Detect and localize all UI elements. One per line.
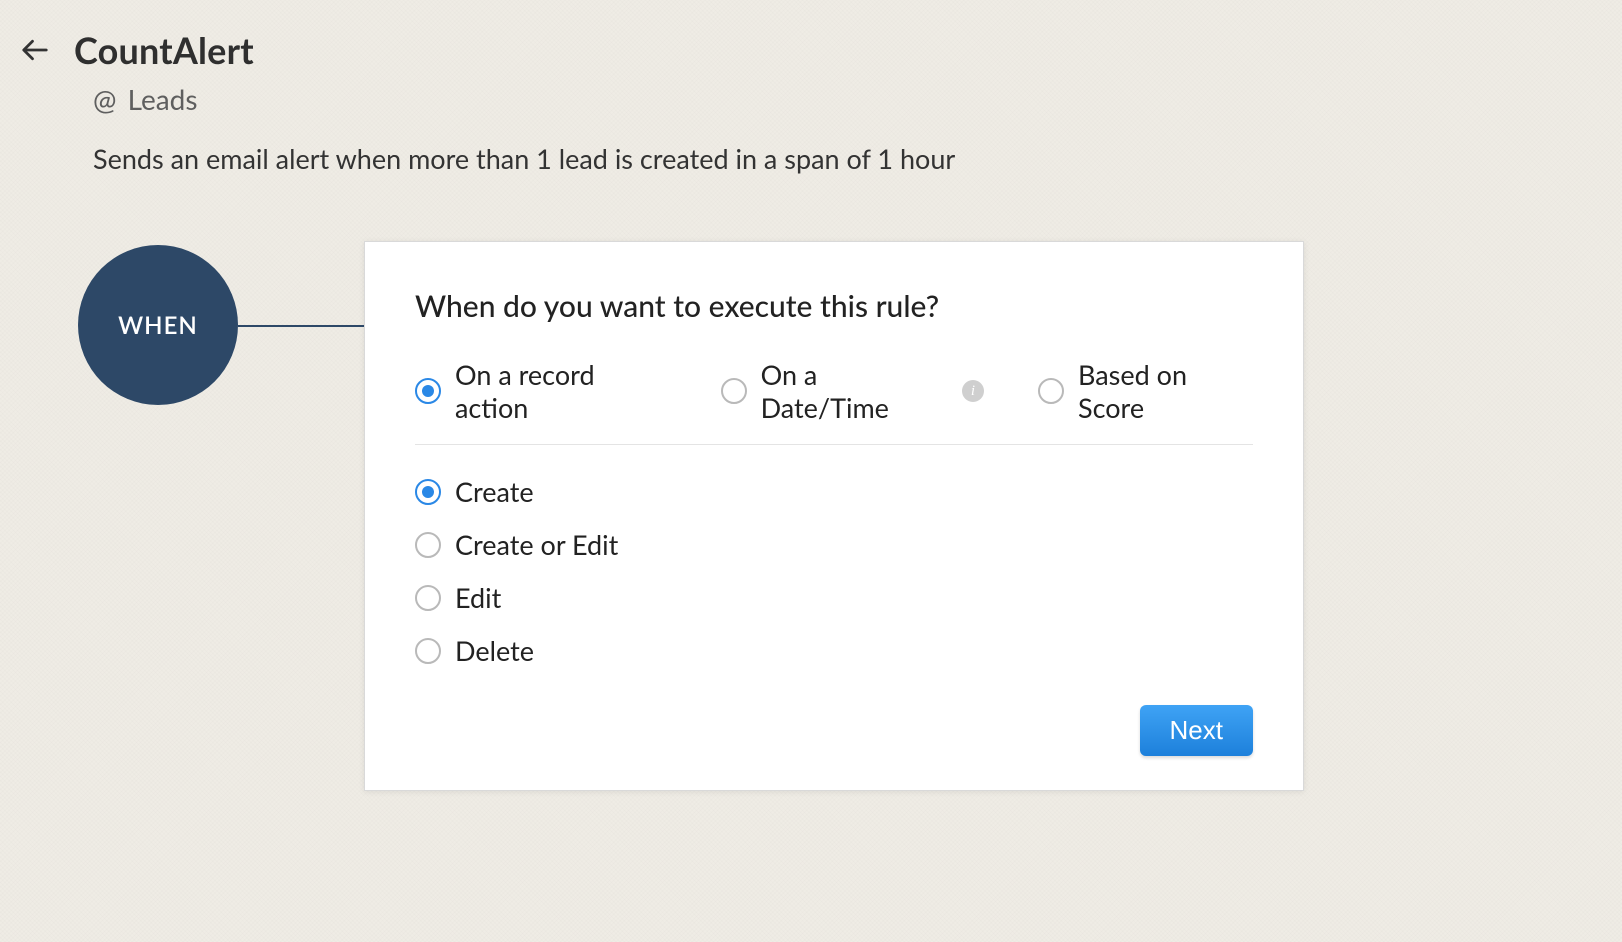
trigger-label: On a Date/Time [761, 358, 944, 424]
trigger-option-score[interactable]: Based on Score [1038, 358, 1253, 424]
module-name: Leads [128, 82, 198, 116]
when-config-card: When do you want to execute this rule? O… [364, 241, 1304, 791]
trigger-radio-record-action[interactable] [415, 378, 441, 404]
step-when-badge: WHEN [78, 245, 238, 405]
next-button[interactable]: Next [1140, 705, 1253, 756]
info-icon[interactable]: i [962, 380, 984, 402]
step-connector-line [238, 325, 364, 327]
action-radio-create-or-edit[interactable] [415, 532, 441, 558]
page-title: CountAlert [74, 28, 254, 72]
card-question: When do you want to execute this rule? [415, 288, 1253, 324]
action-radio-delete[interactable] [415, 638, 441, 664]
module-breadcrumb: @ Leads [93, 82, 1622, 116]
trigger-type-row: On a record action On a Date/Time i Base… [415, 358, 1253, 445]
action-radio-create[interactable] [415, 479, 441, 505]
trigger-option-record-action[interactable]: On a record action [415, 358, 667, 424]
action-option-delete[interactable]: Delete [415, 634, 1253, 667]
trigger-radio-score[interactable] [1038, 378, 1064, 404]
trigger-option-datetime[interactable]: On a Date/Time i [721, 358, 984, 424]
trigger-label: On a record action [455, 358, 667, 424]
back-arrow-icon[interactable] [18, 33, 52, 67]
record-action-list: Create Create or Edit Edit Delete [415, 475, 1253, 667]
module-prefix: @ [93, 82, 116, 116]
action-label: Create or Edit [455, 528, 618, 561]
action-label: Edit [455, 581, 501, 614]
rule-description: Sends an email alert when more than 1 le… [93, 142, 1622, 175]
action-option-create-or-edit[interactable]: Create or Edit [415, 528, 1253, 561]
trigger-label: Based on Score [1078, 358, 1253, 424]
trigger-radio-datetime[interactable] [721, 378, 747, 404]
action-label: Delete [455, 634, 534, 667]
action-radio-edit[interactable] [415, 585, 441, 611]
action-option-edit[interactable]: Edit [415, 581, 1253, 614]
action-option-create[interactable]: Create [415, 475, 1253, 508]
action-label: Create [455, 475, 534, 508]
